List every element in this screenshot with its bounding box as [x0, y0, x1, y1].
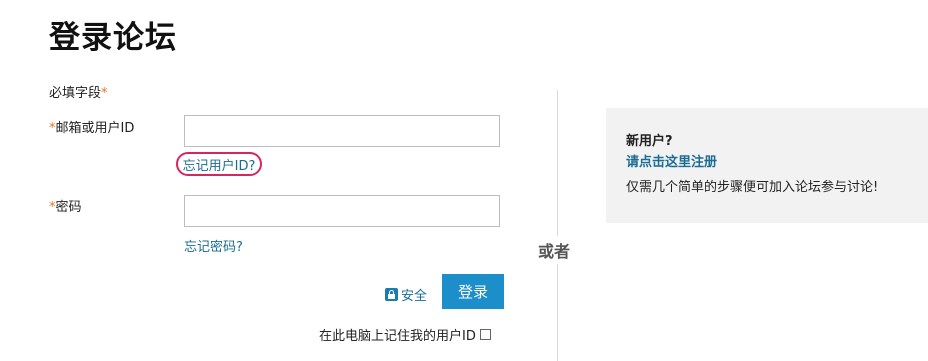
username-label: *邮箱或用户ID [49, 117, 134, 136]
required-marker: * [101, 86, 108, 101]
login-button[interactable]: 登录 [442, 274, 504, 309]
required-note: 必填字段* [49, 82, 108, 101]
password-input[interactable] [184, 195, 500, 227]
register-link[interactable]: 请点击这里注册 [626, 151, 717, 170]
password-label: *密码 [49, 196, 82, 215]
password-label-text: 密码 [55, 200, 82, 215]
username-label-text: 邮箱或用户ID [55, 121, 135, 136]
remember-me[interactable]: 在此电脑上记住我的用户ID [319, 325, 491, 344]
remember-label: 在此电脑上记住我的用户ID [319, 329, 476, 344]
remember-checkbox[interactable] [479, 329, 491, 340]
forgot-password-link[interactable]: 忘记密码? [184, 236, 243, 255]
secure-label: 安全 [401, 289, 428, 304]
lock-icon [385, 288, 398, 301]
forgot-id-highlight: 忘记用户ID? [176, 152, 262, 176]
new-user-title: 新用户? [626, 134, 673, 149]
forgot-id-link[interactable]: 忘记用户ID? [183, 155, 256, 174]
username-input[interactable] [184, 115, 500, 147]
secure-indicator: 安全 [385, 285, 427, 304]
page-title: 登录论坛 [49, 20, 177, 56]
new-user-description: 仅需几个简单的步骤便可加入论坛参与讨论! [626, 180, 879, 195]
or-label: 或者 [538, 236, 571, 264]
vertical-divider [557, 90, 558, 361]
required-note-text: 必填字段 [49, 86, 102, 101]
new-user-panel: 新用户? 请点击这里注册 仅需几个简单的步骤便可加入论坛参与讨论! [606, 108, 928, 223]
